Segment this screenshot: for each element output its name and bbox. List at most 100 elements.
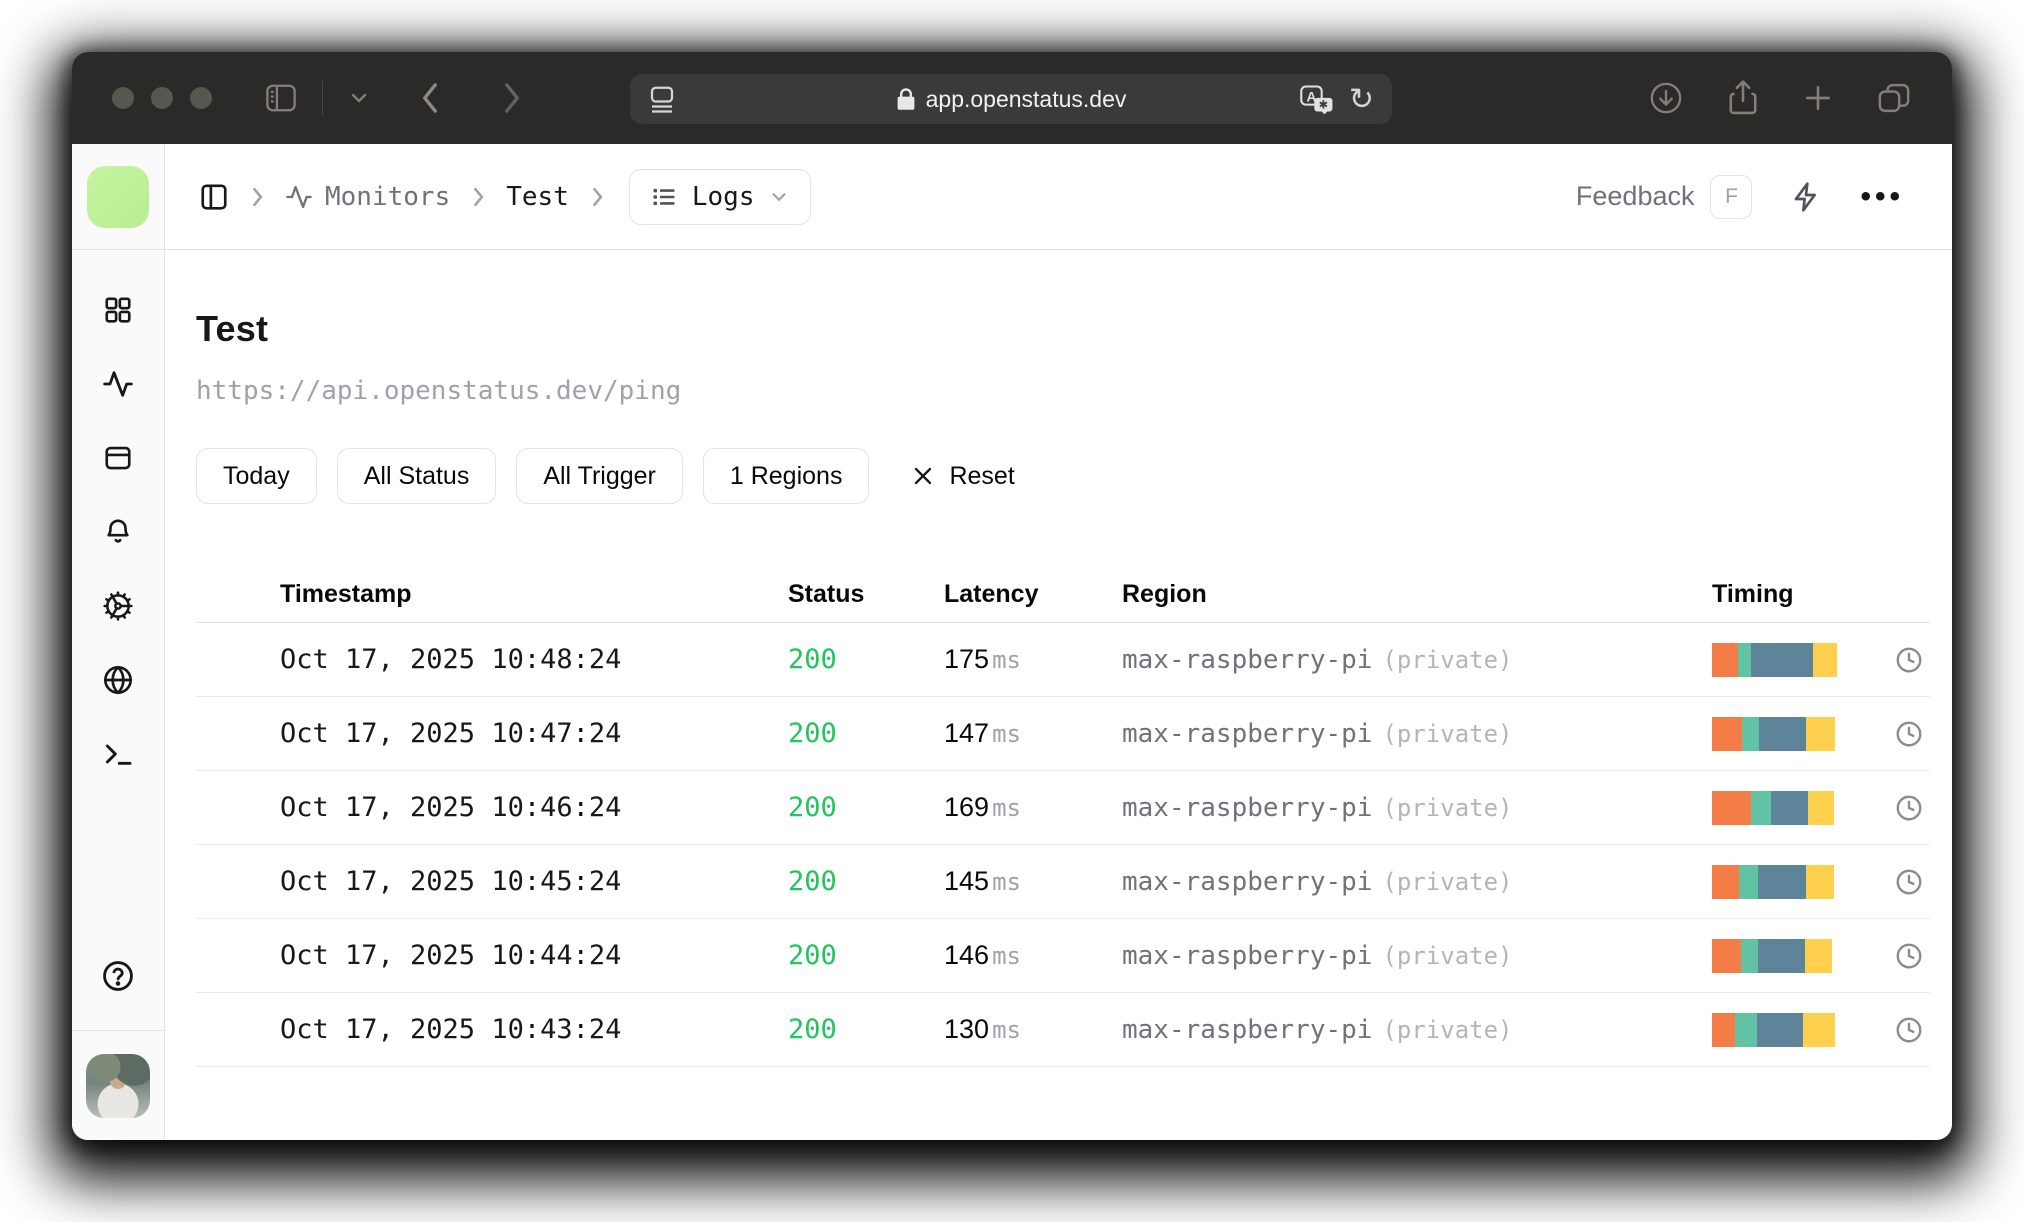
chevron-down-icon[interactable] xyxy=(347,90,371,106)
workspace-logo[interactable] xyxy=(87,165,149,228)
timing-bar xyxy=(1712,1012,1872,1047)
browser-window: app.openstatus.dev A ✱ ↻ Monitors Test L… xyxy=(72,52,1952,1140)
table-row[interactable]: Oct 17, 2025 10:45:24 200 145 ms max-rasp… xyxy=(196,845,1930,919)
cell-latency: 169 ms xyxy=(944,792,1021,822)
address-bar[interactable]: app.openstatus.dev A ✱ ↻ xyxy=(630,74,1392,124)
list-icon xyxy=(653,188,675,205)
col-status[interactable]: Status xyxy=(788,580,944,609)
cell-status: 200 xyxy=(788,866,837,897)
table-row[interactable]: Oct 17, 2025 10:47:24 200 147 ms max-rasp… xyxy=(196,697,1930,771)
timing-bar xyxy=(1712,642,1872,677)
download-icon[interactable] xyxy=(1648,80,1684,116)
cell-status: 200 xyxy=(788,644,837,675)
help-icon[interactable] xyxy=(94,952,142,1000)
breadcrumb-monitors[interactable]: Monitors xyxy=(285,182,450,212)
back-icon[interactable] xyxy=(417,81,443,115)
filter-button-today[interactable]: Today xyxy=(196,448,317,504)
filter-button-all-status[interactable]: All Status xyxy=(336,448,497,504)
more-options-icon[interactable]: ••• xyxy=(1860,180,1904,214)
filter-bar: Today All Status All Trigger 1 Regions Rese… xyxy=(196,448,1930,504)
clock-icon[interactable] xyxy=(1872,793,1930,823)
translate-icon[interactable]: A ✱ xyxy=(1299,84,1333,114)
toolbar-divider xyxy=(322,81,323,115)
cell-region: max-raspberry-pi (private) xyxy=(1122,644,1513,675)
new-tab-icon[interactable] xyxy=(1802,82,1834,114)
forward-icon[interactable] xyxy=(499,81,525,115)
share-icon[interactable] xyxy=(1726,79,1760,117)
cell-latency: 146 ms xyxy=(944,940,1021,970)
clock-icon[interactable] xyxy=(1872,645,1930,675)
zap-icon[interactable] xyxy=(1790,181,1822,213)
panel-toggle-icon[interactable] xyxy=(199,182,229,212)
lock-icon xyxy=(897,88,915,110)
user-avatar[interactable] xyxy=(86,1053,150,1118)
clock-icon[interactable] xyxy=(1872,941,1930,971)
timing-bar xyxy=(1712,864,1872,899)
openstatus-app: Monitors Test Logs Feedback F ••• Test h… xyxy=(72,144,1952,1140)
svg-text:✱: ✱ xyxy=(1319,98,1329,112)
table-row[interactable]: Oct 17, 2025 10:46:24 200 169 ms max-rasp… xyxy=(196,771,1930,845)
cell-status: 200 xyxy=(788,940,837,971)
chevron-down-icon xyxy=(772,192,787,201)
cell-region: max-raspberry-pi (private) xyxy=(1122,718,1513,749)
feedback-button[interactable]: Feedback F xyxy=(1576,174,1753,219)
logs-view-selector[interactable]: Logs xyxy=(628,168,812,225)
browser-titlebar: app.openstatus.dev A ✱ ↻ xyxy=(72,52,1952,144)
cell-region: max-raspberry-pi (private) xyxy=(1122,792,1513,823)
app-header: Monitors Test Logs Feedback F ••• xyxy=(165,144,1952,250)
cell-status: 200 xyxy=(788,718,837,749)
col-timing[interactable]: Timing xyxy=(1712,580,1872,609)
globe-icon[interactable] xyxy=(94,656,142,704)
tab-overview-icon[interactable] xyxy=(1876,81,1912,115)
minimize-window-button[interactable] xyxy=(151,87,173,109)
table-row[interactable]: Oct 17, 2025 10:44:24 200 146 ms max-rasp… xyxy=(196,919,1930,993)
cell-timestamp: Oct 17, 2025 10:48:24 xyxy=(280,644,622,675)
cell-timestamp: Oct 17, 2025 10:46:24 xyxy=(280,792,622,823)
monitors-activity-icon[interactable] xyxy=(94,360,142,408)
x-icon xyxy=(915,467,932,485)
cell-status: 200 xyxy=(788,1014,837,1045)
filter-button-all-trigger[interactable]: All Trigger xyxy=(516,448,683,504)
filter-button-1-regions[interactable]: 1 Regions xyxy=(702,448,870,504)
chevron-right-icon xyxy=(468,184,488,210)
sidebar-rail xyxy=(72,144,165,1140)
logs-table: Timestamp Status Latency Region Timing O… xyxy=(196,566,1930,1067)
main-content: Test https://api.openstatus.dev/ping Tod… xyxy=(165,250,1952,1140)
breadcrumb-test[interactable]: Test xyxy=(506,182,569,212)
cell-latency: 130 ms xyxy=(944,1014,1021,1044)
reset-filters-button[interactable]: Reset xyxy=(911,462,1015,491)
status-pages-icon[interactable] xyxy=(94,434,142,482)
col-region[interactable]: Region xyxy=(1122,580,1712,609)
cell-region: max-raspberry-pi (private) xyxy=(1122,866,1513,897)
clock-icon[interactable] xyxy=(1872,719,1930,749)
clock-icon[interactable] xyxy=(1872,1015,1930,1045)
cell-timestamp: Oct 17, 2025 10:45:24 xyxy=(280,866,622,897)
reader-icon[interactable] xyxy=(648,84,676,114)
reload-icon[interactable]: ↻ xyxy=(1349,82,1374,117)
cell-timestamp: Oct 17, 2025 10:43:24 xyxy=(280,1014,622,1045)
table-row[interactable]: Oct 17, 2025 10:48:24 200 175 ms max-rasp… xyxy=(196,623,1930,697)
cell-timestamp: Oct 17, 2025 10:44:24 xyxy=(280,940,622,971)
cell-latency: 147 ms xyxy=(944,718,1021,748)
browser-sidebar-icon[interactable] xyxy=(264,83,298,113)
page-title: Test xyxy=(196,308,269,349)
cell-timestamp: Oct 17, 2025 10:47:24 xyxy=(280,718,622,749)
chevron-right-icon xyxy=(247,184,267,210)
notifications-bell-icon[interactable] xyxy=(94,508,142,556)
traffic-lights xyxy=(112,87,212,109)
url-text: app.openstatus.dev xyxy=(925,85,1127,112)
terminal-icon[interactable] xyxy=(94,730,142,778)
cell-latency: 145 ms xyxy=(944,866,1021,896)
timing-bar xyxy=(1712,716,1872,751)
settings-cog-icon[interactable] xyxy=(94,582,142,630)
table-row[interactable]: Oct 17, 2025 10:43:24 200 130 ms max-rasp… xyxy=(196,993,1930,1067)
dashboard-grid-icon[interactable] xyxy=(94,286,142,334)
col-latency[interactable]: Latency xyxy=(944,580,1122,609)
cell-latency: 175 ms xyxy=(944,644,1021,674)
close-window-button[interactable] xyxy=(112,87,134,109)
monitor-endpoint: https://api.openstatus.dev/ping xyxy=(196,376,682,406)
col-timestamp[interactable]: Timestamp xyxy=(280,580,788,609)
zoom-window-button[interactable] xyxy=(190,87,212,109)
clock-icon[interactable] xyxy=(1872,867,1930,897)
timing-bar xyxy=(1712,938,1872,973)
